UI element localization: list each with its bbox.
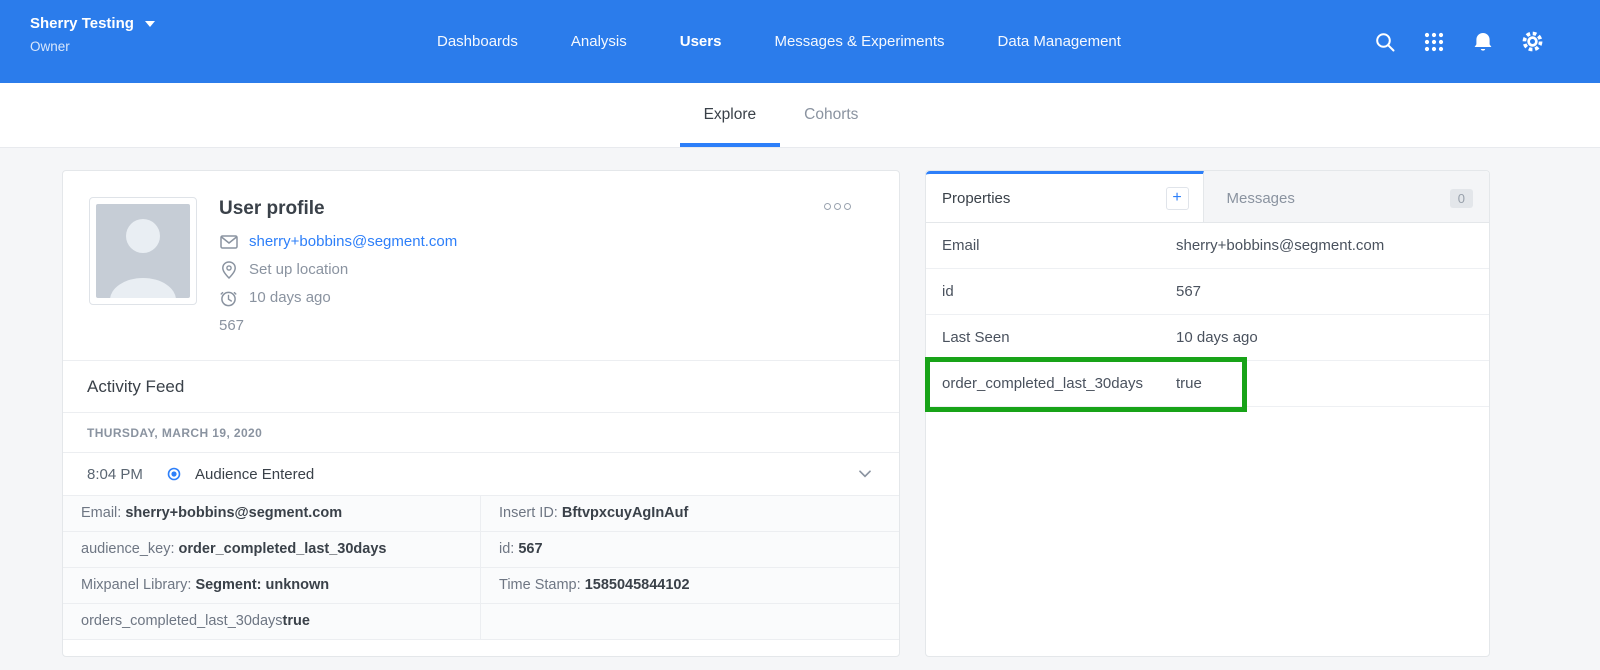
more-options-button[interactable] [820,199,855,214]
search-icon[interactable] [1373,30,1397,54]
nav-item-messages-experiments[interactable]: Messages & Experiments [774,33,944,50]
property-row-highlighted: order_completed_last_30days true [926,361,1489,407]
event-detail-cell: Insert ID: BftvpxcuyAgInAuf [481,496,899,532]
avatar-head-shape [126,219,160,253]
sub-nav: Explore Cohorts [0,83,1600,148]
add-property-button[interactable]: + [1166,187,1189,210]
account-switcher[interactable]: Sherry Testing Owner [30,15,155,54]
property-row: id 567 [926,269,1489,315]
location-pin-icon [219,261,238,279]
avatar [89,197,197,305]
activity-event-row[interactable]: 8:04 PM Audience Entered [63,453,899,496]
event-detail-cell: Email: sherry+bobbins@segment.com [63,496,481,532]
apps-grid-icon[interactable] [1422,30,1446,54]
nav-item-dashboards[interactable]: Dashboards [437,33,518,50]
event-name: Audience Entered [195,466,314,483]
account-name: Sherry Testing [30,15,134,32]
top-nav-icons [1373,0,1544,83]
account-role: Owner [30,39,155,54]
last-seen-text: 10 days ago [249,288,331,308]
primary-nav: Dashboards Analysis Users Messages & Exp… [437,0,1121,83]
user-email-link[interactable]: sherry+bobbins@segment.com [249,232,457,252]
content: User profile sherry+bobbins@segment.com … [0,148,1600,670]
avatar-body-shape [110,278,176,298]
event-dot-icon [167,467,181,481]
property-value-email-link[interactable]: sherry+bobbins@segment.com [1176,237,1384,254]
tab-properties[interactable]: Properties + [926,171,1204,222]
settings-gear-icon[interactable] [1520,30,1544,54]
envelope-icon [219,235,238,249]
tab-cohorts[interactable]: Cohorts [780,83,882,147]
clock-icon [219,290,238,307]
event-detail-cell: Time Stamp: 1585045844102 [481,568,899,604]
property-row: Email sherry+bobbins@segment.com [926,223,1489,269]
property-key: order_completed_last_30days [942,375,1176,392]
property-key: Email [942,237,1176,254]
event-details-table: Email: sherry+bobbins@segment.com Insert… [63,496,899,640]
tab-messages[interactable]: Messages 0 [1204,171,1490,222]
event-detail-cell: Mixpanel Library: Segment: unknown [63,568,481,604]
event-detail-cell: audience_key: order_completed_last_30day… [63,532,481,568]
event-time: 8:04 PM [87,466,167,483]
event-detail-cell: orders_completed_last_30daystrue [63,604,481,640]
user-id: 567 [219,317,457,334]
dot-icon [844,203,851,210]
properties-card: Properties + Messages 0 Email sherry+bob… [925,170,1490,657]
event-detail-cell: id: 567 [481,532,899,568]
property-value: true [1176,375,1202,392]
property-value: 10 days ago [1176,329,1258,346]
nav-item-data-management[interactable]: Data Management [998,33,1121,50]
chevron-down-icon [145,21,155,27]
property-value: 567 [1176,283,1201,300]
top-nav: Sherry Testing Owner Dashboards Analysis… [0,0,1600,83]
nav-item-users[interactable]: Users [680,33,722,50]
profile-section: User profile sherry+bobbins@segment.com … [63,171,899,361]
page: { "topnav": { "account_name": "Sherry Te… [0,0,1600,670]
setup-location-link[interactable]: Set up location [249,260,348,280]
property-key: Last Seen [942,329,1176,346]
activity-date-header: THURSDAY, MARCH 19, 2020 [63,413,899,453]
dot-icon [834,203,841,210]
chevron-down-icon[interactable] [855,466,875,482]
activity-feed-title: Activity Feed [63,361,899,413]
property-row: Last Seen 10 days ago [926,315,1489,361]
event-detail-cell [481,604,899,640]
dot-icon [824,203,831,210]
nav-item-analysis[interactable]: Analysis [571,33,627,50]
notifications-bell-icon[interactable] [1471,30,1495,54]
page-title: User profile [219,198,457,220]
property-key: id [942,283,1176,300]
tab-explore[interactable]: Explore [680,83,781,147]
user-profile-card: User profile sherry+bobbins@segment.com … [62,170,900,657]
messages-count-badge: 0 [1450,189,1473,208]
properties-tabs: Properties + Messages 0 [926,171,1489,223]
